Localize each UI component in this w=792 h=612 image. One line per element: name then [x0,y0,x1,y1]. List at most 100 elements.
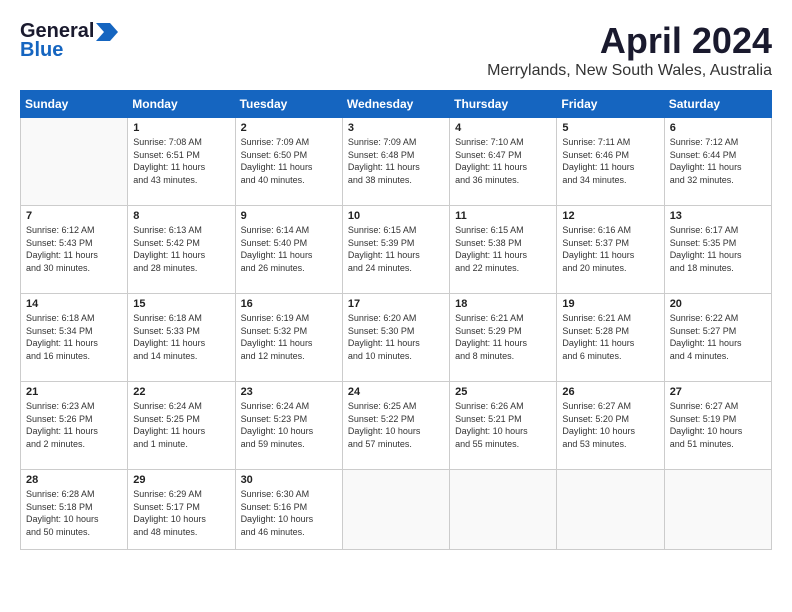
day-info: Sunrise: 6:30 AM Sunset: 5:16 PM Dayligh… [241,488,337,538]
day-number: 1 [133,122,229,134]
calendar-cell: 7 Sunrise: 6:12 AM Sunset: 5:43 PM Daylig… [21,206,128,294]
weekday-header-sunday: Sunday [21,91,128,118]
calendar-cell: 2 Sunrise: 7:09 AM Sunset: 6:50 PM Daylig… [235,118,342,206]
day-number: 17 [348,298,444,310]
calendar-cell: 27 Sunrise: 6:27 AM Sunset: 5:19 PM Dayli… [664,382,771,470]
weekday-header-saturday: Saturday [664,91,771,118]
calendar-cell: 29 Sunrise: 6:29 AM Sunset: 5:17 PM Dayli… [128,470,235,550]
calendar-cell: 12Sunrise: 6:16 AM Sunset: 5:37 PM Dayli… [557,206,664,294]
day-number: 23 [241,386,337,398]
logo-icon [96,23,118,41]
calendar-table: SundayMondayTuesdayWednesdayThursdayFrid… [20,90,772,550]
day-info: Sunrise: 6:24 AM Sunset: 5:23 PM Dayligh… [241,400,337,450]
day-info: Sunrise: 6:26 AM Sunset: 5:21 PM Dayligh… [455,400,551,450]
day-number: 29 [133,474,229,486]
day-info: Sunrise: 6:27 AM Sunset: 5:19 PM Dayligh… [670,400,766,450]
weekday-header-wednesday: Wednesday [342,91,449,118]
day-number: 2 [241,122,337,134]
day-number: 5 [562,122,658,134]
calendar-cell: 6 Sunrise: 7:12 AM Sunset: 6:44 PM Daylig… [664,118,771,206]
calendar-cell: 17 Sunrise: 6:20 AM Sunset: 5:30 PM Dayli… [342,294,449,382]
day-number: 25 [455,386,551,398]
calendar-cell: 25 Sunrise: 6:26 AM Sunset: 5:21 PM Dayli… [450,382,557,470]
day-info: Sunrise: 7:08 AM Sunset: 6:51 PM Dayligh… [133,136,229,186]
calendar-cell: 26Sunrise: 6:27 AM Sunset: 5:20 PM Dayli… [557,382,664,470]
day-info: Sunrise: 6:17 AM Sunset: 5:35 PM Dayligh… [670,224,766,274]
day-info: Sunrise: 6:23 AM Sunset: 5:26 PM Dayligh… [26,400,122,450]
day-number: 7 [26,210,122,222]
day-info: Sunrise: 6:18 AM Sunset: 5:34 PM Dayligh… [26,312,122,362]
logo: General Blue [20,20,118,62]
location-subtitle: Merrylands, New South Wales, Australia [487,62,772,80]
day-info: Sunrise: 6:20 AM Sunset: 5:30 PM Dayligh… [348,312,444,362]
calendar-cell [557,470,664,550]
day-number: 22 [133,386,229,398]
calendar-cell: 14 Sunrise: 6:18 AM Sunset: 5:34 PM Dayli… [21,294,128,382]
day-info: Sunrise: 6:12 AM Sunset: 5:43 PM Dayligh… [26,224,122,274]
calendar-cell: 21 Sunrise: 6:23 AM Sunset: 5:26 PM Dayli… [21,382,128,470]
weekday-header-tuesday: Tuesday [235,91,342,118]
calendar-cell: 4 Sunrise: 7:10 AM Sunset: 6:47 PM Daylig… [450,118,557,206]
calendar-cell: 10 Sunrise: 6:15 AM Sunset: 5:39 PM Dayli… [342,206,449,294]
calendar-cell: 15 Sunrise: 6:18 AM Sunset: 5:33 PM Dayli… [128,294,235,382]
calendar-cell [21,118,128,206]
calendar-cell: 22 Sunrise: 6:24 AM Sunset: 5:25 PM Dayli… [128,382,235,470]
calendar-cell: 18 Sunrise: 6:21 AM Sunset: 5:29 PM Dayli… [450,294,557,382]
day-number: 6 [670,122,766,134]
day-info: Sunrise: 6:25 AM Sunset: 5:22 PM Dayligh… [348,400,444,450]
day-number: 18 [455,298,551,310]
calendar-cell: 1 Sunrise: 7:08 AM Sunset: 6:51 PM Daylig… [128,118,235,206]
day-info: Sunrise: 6:22 AM Sunset: 5:27 PM Dayligh… [670,312,766,362]
day-info: Sunrise: 6:24 AM Sunset: 5:25 PM Dayligh… [133,400,229,450]
day-number: 28 [26,474,122,486]
day-number: 15 [133,298,229,310]
calendar-cell: 23 Sunrise: 6:24 AM Sunset: 5:23 PM Dayli… [235,382,342,470]
day-number: 9 [241,210,337,222]
weekday-header-monday: Monday [128,91,235,118]
day-number: 27 [670,386,766,398]
day-number: 20 [670,298,766,310]
day-info: Sunrise: 7:12 AM Sunset: 6:44 PM Dayligh… [670,136,766,186]
day-info: Sunrise: 7:11 AM Sunset: 6:46 PM Dayligh… [562,136,658,186]
day-number: 13 [670,210,766,222]
day-info: Sunrise: 6:13 AM Sunset: 5:42 PM Dayligh… [133,224,229,274]
calendar-cell: 30 Sunrise: 6:30 AM Sunset: 5:16 PM Dayli… [235,470,342,550]
day-info: Sunrise: 6:15 AM Sunset: 5:38 PM Dayligh… [455,224,551,274]
day-info: Sunrise: 7:10 AM Sunset: 6:47 PM Dayligh… [455,136,551,186]
calendar-cell [342,470,449,550]
calendar-cell: 24 Sunrise: 6:25 AM Sunset: 5:22 PM Dayli… [342,382,449,470]
day-number: 8 [133,210,229,222]
calendar-cell [450,470,557,550]
month-year-title: April 2024 [487,20,772,62]
logo-blue-text: Blue [20,39,63,62]
day-number: 12 [562,210,658,222]
day-number: 4 [455,122,551,134]
day-number: 26 [562,386,658,398]
day-number: 19 [562,298,658,310]
day-number: 11 [455,210,551,222]
calendar-cell: 19Sunrise: 6:21 AM Sunset: 5:28 PM Dayli… [557,294,664,382]
day-info: Sunrise: 6:28 AM Sunset: 5:18 PM Dayligh… [26,488,122,538]
title-block: April 2024 Merrylands, New South Wales, … [487,20,772,80]
calendar-cell: 3Sunrise: 7:09 AM Sunset: 6:48 PM Daylig… [342,118,449,206]
calendar-cell: 13 Sunrise: 6:17 AM Sunset: 5:35 PM Dayli… [664,206,771,294]
day-info: Sunrise: 6:14 AM Sunset: 5:40 PM Dayligh… [241,224,337,274]
calendar-cell [664,470,771,550]
day-number: 16 [241,298,337,310]
day-number: 14 [26,298,122,310]
weekday-header-thursday: Thursday [450,91,557,118]
calendar-cell: 28 Sunrise: 6:28 AM Sunset: 5:18 PM Dayli… [21,470,128,550]
calendar-cell: 9 Sunrise: 6:14 AM Sunset: 5:40 PM Daylig… [235,206,342,294]
day-info: Sunrise: 6:15 AM Sunset: 5:39 PM Dayligh… [348,224,444,274]
day-number: 30 [241,474,337,486]
day-number: 21 [26,386,122,398]
day-info: Sunrise: 6:29 AM Sunset: 5:17 PM Dayligh… [133,488,229,538]
day-info: Sunrise: 7:09 AM Sunset: 6:50 PM Dayligh… [241,136,337,186]
day-info: Sunrise: 6:21 AM Sunset: 5:29 PM Dayligh… [455,312,551,362]
calendar-cell: 11 Sunrise: 6:15 AM Sunset: 5:38 PM Dayli… [450,206,557,294]
day-number: 24 [348,386,444,398]
calendar-cell: 16Sunrise: 6:19 AM Sunset: 5:32 PM Dayli… [235,294,342,382]
day-info: Sunrise: 6:18 AM Sunset: 5:33 PM Dayligh… [133,312,229,362]
day-number: 10 [348,210,444,222]
day-info: Sunrise: 7:09 AM Sunset: 6:48 PM Dayligh… [348,136,444,186]
